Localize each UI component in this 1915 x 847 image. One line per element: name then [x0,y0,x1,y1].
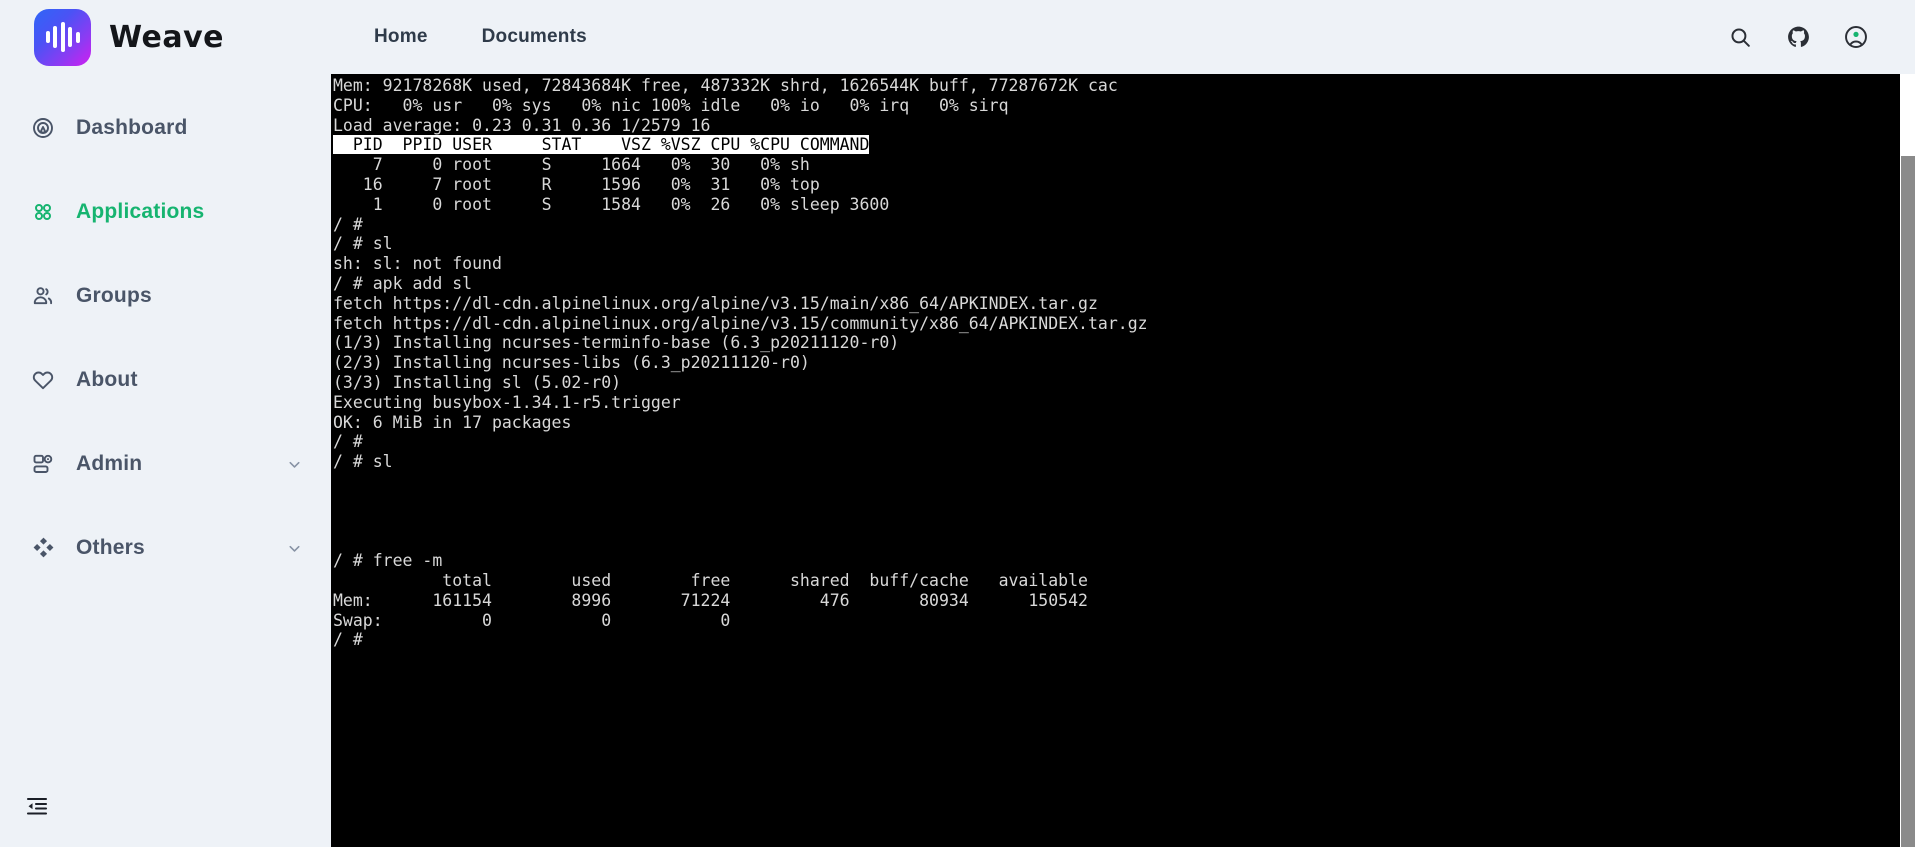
scrollbar-thumb[interactable] [1901,156,1915,847]
heart-icon [30,367,56,393]
sidebar-item-label: Others [76,536,145,559]
sidebar-item-admin[interactable]: Admin [0,438,331,490]
sidebar-item-label: Applications [76,200,205,223]
header-actions [1725,22,1891,52]
account-icon[interactable] [1841,22,1871,52]
applications-icon [30,199,56,225]
terminal-line: fetch https://dl-cdn.alpinelinux.org/alp… [333,313,1148,333]
terminal-line: / # [333,432,363,452]
terminal-line: Load average: 0.23 0.31 0.36 1/2579 16 [333,115,711,135]
collapse-sidebar-button[interactable] [20,791,54,825]
terminal-line: Executing busybox-1.34.1-r5.trigger [333,392,681,412]
terminal-line: / # sl [333,452,393,472]
terminal-line: (3/3) Installing sl (5.02-r0) [333,372,622,392]
terminal-line: (1/3) Installing ncurses-terminfo-base (… [333,333,900,353]
waveform-logo-icon [34,8,91,66]
terminal-line: 1 0 root S 1584 0% 26 0% sleep 3600 [333,194,890,214]
dashboard-icon [30,115,56,141]
terminal-panel[interactable]: Mem: 92178268K used, 72843684K free, 487… [331,74,1915,847]
groups-icon [30,283,56,309]
terminal-header-row: PID PPID USER STAT VSZ %VSZ CPU %CPU COM… [333,135,870,155]
sidebar-item-label: Groups [76,284,152,307]
chevron-down-icon[interactable] [285,539,303,557]
nav-link-documents[interactable]: Documents [482,26,587,48]
top-navigation: Home Documents [374,26,587,48]
terminal-line: / # free -m [333,551,443,571]
github-icon[interactable] [1783,22,1813,52]
indent-decrease-icon [25,794,49,823]
sidebar-item-label: Admin [76,452,143,475]
diamonds-icon [30,535,56,561]
chevron-down-icon[interactable] [285,455,303,473]
terminal-line: PID PPID USER STAT VSZ %VSZ CPU %CPU COM… [333,135,1900,155]
terminal-line: Swap: 0 0 0 [333,610,731,630]
sidebar-item-label: About [76,368,138,391]
brand[interactable]: Weave [34,8,225,66]
sidebar: Dashboard Applications Groups About Admi… [0,74,331,847]
body: Dashboard Applications Groups About Admi… [0,74,1915,847]
search-icon[interactable] [1725,22,1755,52]
terminal-line: total used free shared buff/cache availa… [333,570,1088,590]
terminal-line: sh: sl: not found [333,254,502,274]
terminal-output[interactable]: Mem: 92178268K used, 72843684K free, 487… [331,74,1900,847]
nav-link-home[interactable]: Home [374,26,428,48]
terminal-line: / # sl [333,234,393,254]
brand-name: Weave [109,19,225,55]
terminal-line: / # [333,214,363,234]
terminal-line: Mem: 92178268K used, 72843684K free, 487… [333,76,1118,95]
terminal-line: (2/3) Installing ncurses-libs (6.3_p2021… [333,353,810,373]
sidebar-item-others[interactable]: Others [0,522,331,574]
app-root: Weave Home Documents Dashboard Applicati… [0,0,1915,847]
terminal-scrollbar[interactable] [1900,74,1915,847]
sidebar-item-dashboard[interactable]: Dashboard [0,102,331,154]
sidebar-item-applications[interactable]: Applications [0,186,331,238]
terminal-line: / # apk add sl [333,273,473,293]
terminal-line: / # [333,630,363,650]
admin-icon [30,451,56,477]
terminal-line: CPU: 0% usr 0% sys 0% nic 100% idle 0% i… [333,95,1009,115]
terminal-line: Mem: 161154 8996 71224 476 80934 150542 [333,590,1088,610]
sidebar-item-label: Dashboard [76,116,188,139]
sidebar-item-groups[interactable]: Groups [0,270,331,322]
terminal-line: 7 0 root S 1664 0% 30 0% sh [333,155,810,175]
terminal-line: fetch https://dl-cdn.alpinelinux.org/alp… [333,293,1098,313]
sidebar-item-about[interactable]: About [0,354,331,406]
top-header: Weave Home Documents [0,0,1915,74]
terminal-line: OK: 6 MiB in 17 packages [333,412,572,432]
sidebar-footer [0,791,331,847]
terminal-line: 16 7 root R 1596 0% 31 0% top [333,174,820,194]
